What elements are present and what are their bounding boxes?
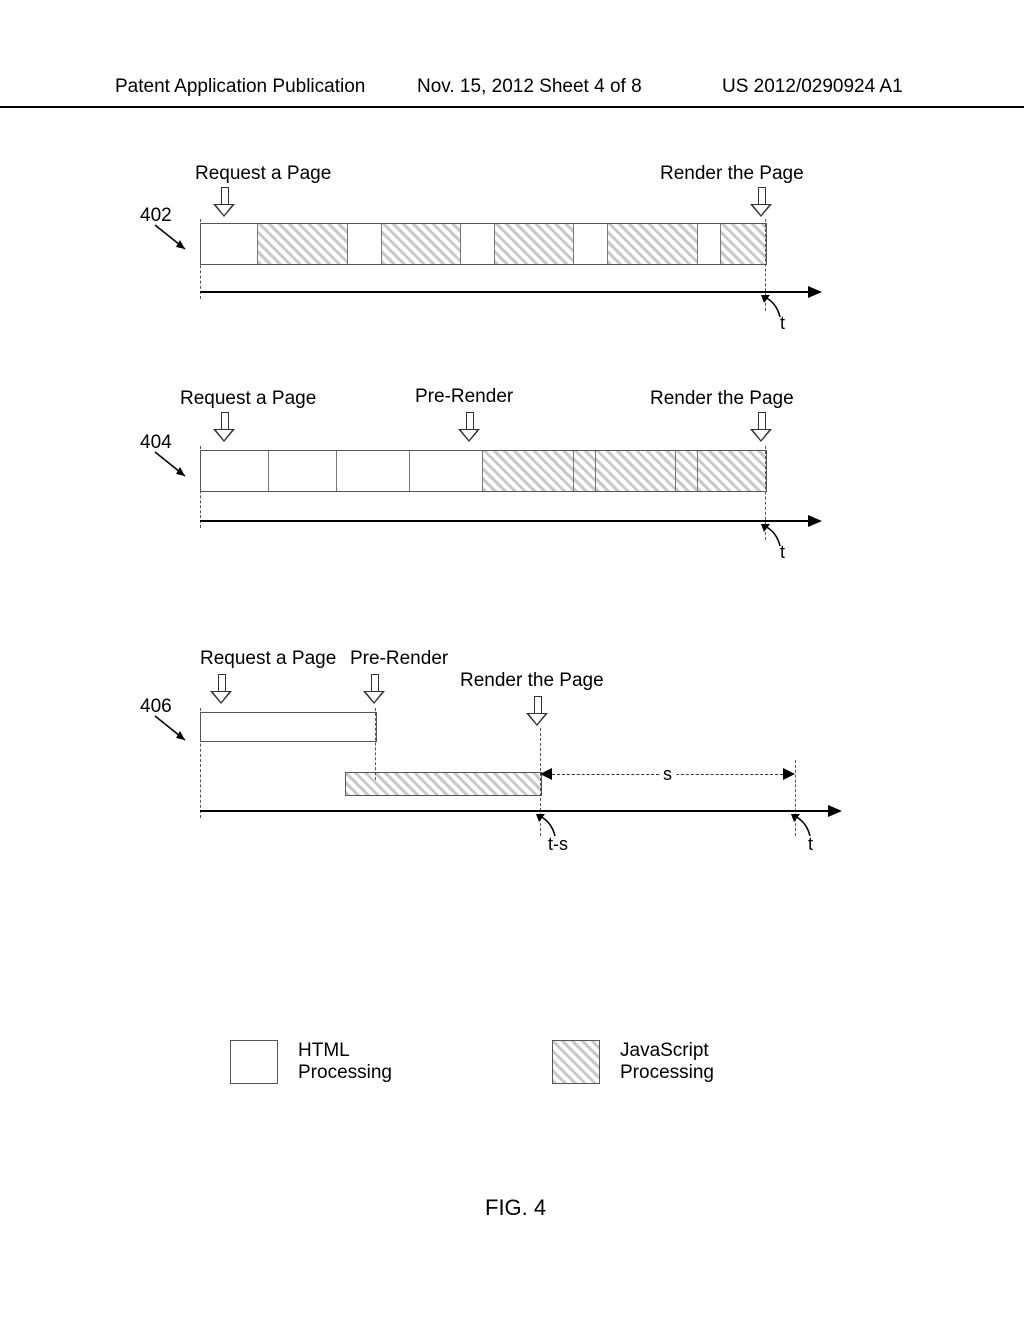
time-axis <box>200 291 820 293</box>
tick-t: t <box>780 542 785 563</box>
time-axis <box>200 810 840 812</box>
label-request: Request a Page <box>180 388 316 410</box>
figure-label: FIG. 4 <box>485 1195 546 1221</box>
legend-swatch-html <box>230 1040 278 1084</box>
legend: HTML Processing JavaScript Processing <box>230 1040 870 1084</box>
label-prerender: Pre-Render <box>350 648 448 670</box>
bar-row-402 <box>200 223 767 265</box>
timeline-402: Request a Page Render the Page 402 t <box>140 175 880 365</box>
tick-curve-icon <box>788 812 818 842</box>
label-request: Request a Page <box>195 163 331 185</box>
arrow-down-icon <box>215 412 233 442</box>
arrow-down-icon <box>212 674 230 704</box>
header-left: Patent Application Publication <box>115 76 365 98</box>
leader-arrow-icon <box>150 223 190 253</box>
savings-dimension: s <box>540 768 795 782</box>
arrow-down-icon <box>460 412 478 442</box>
arrow-down-icon <box>365 674 383 704</box>
label-render: Render the Page <box>460 670 604 692</box>
header-middle: Nov. 15, 2012 Sheet 4 of 8 <box>417 76 642 98</box>
savings-label: s <box>659 764 676 785</box>
tick-t: t <box>780 313 785 334</box>
label-render: Render the Page <box>650 388 794 410</box>
label-prerender: Pre-Render <box>415 386 513 408</box>
arrow-down-icon <box>528 696 546 726</box>
timeline-404: Request a Page Pre-Render Render the Pag… <box>140 400 880 610</box>
arrow-down-icon <box>752 412 770 442</box>
tick-ts: t-s <box>548 834 568 855</box>
header-right: US 2012/0290924 A1 <box>722 76 903 98</box>
leader-arrow-icon <box>150 714 190 744</box>
bar-row-406-html <box>200 712 377 742</box>
arrow-down-icon <box>215 187 233 217</box>
leader-arrow-icon <box>150 450 190 480</box>
time-axis <box>200 520 820 522</box>
tick-t: t <box>808 834 813 855</box>
legend-swatch-js <box>552 1040 600 1084</box>
label-render: Render the Page <box>660 163 804 185</box>
timeline-406: Request a Page Pre-Render Render the Pag… <box>140 660 880 920</box>
page-header: Patent Application Publication Nov. 15, … <box>0 78 1024 108</box>
arrow-down-icon <box>752 187 770 217</box>
legend-label-html: HTML Processing <box>298 1040 392 1084</box>
label-request: Request a Page <box>200 648 336 670</box>
bar-row-404 <box>200 450 767 492</box>
legend-label-js: JavaScript Processing <box>620 1040 714 1084</box>
